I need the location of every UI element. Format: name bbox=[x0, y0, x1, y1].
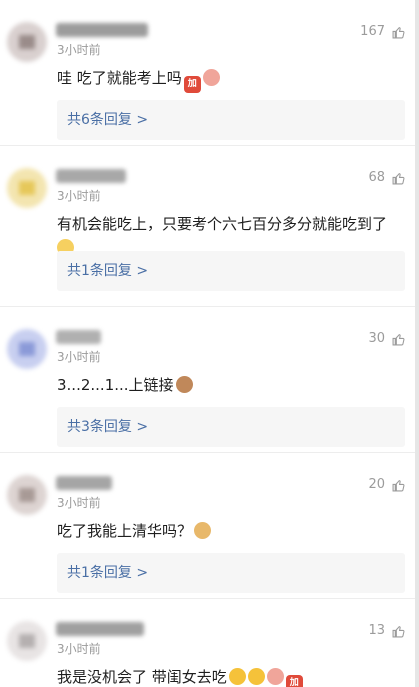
view-replies-button[interactable]: 共6条回复 > bbox=[57, 100, 405, 140]
thumbs-up-icon[interactable] bbox=[392, 26, 405, 39]
username-blurred[interactable] bbox=[56, 169, 126, 183]
comment-time: 3小时前 bbox=[57, 350, 101, 364]
comment-item: 3小时前 68 有机会能吃上，只要考个六七百分多分就能吃到了 共1条回复 > bbox=[0, 146, 419, 307]
comment-item: 3小时前 30 3...2...1...上链接 共3条回复 > bbox=[0, 307, 419, 453]
comment-text: 3...2...1...上链接 bbox=[57, 373, 405, 397]
comment-feed: 3小时前 167 哇 吃了就能考上吗加 共6条回复 > 3小时前 68 有机会能… bbox=[0, 0, 419, 687]
username-blurred[interactable] bbox=[56, 23, 148, 37]
like-count: 68 bbox=[368, 170, 385, 185]
comment-time: 3小时前 bbox=[57, 43, 101, 57]
username-blurred[interactable] bbox=[56, 622, 144, 636]
avatar[interactable] bbox=[7, 621, 47, 661]
comment-text-content: 有机会能吃上，只要考个六七百分多分就能吃到了 bbox=[57, 215, 388, 233]
bear-emoji-icon bbox=[175, 376, 193, 393]
comment-item: 3小时前 20 吃了我能上清华吗？ 共1条回复 > bbox=[0, 453, 419, 599]
comment-text: 吃了我能上清华吗？ bbox=[57, 519, 405, 543]
comment-text-content: 哇 吃了就能考上吗 bbox=[57, 69, 182, 87]
username-blurred[interactable] bbox=[56, 330, 101, 344]
view-replies-button[interactable]: 共1条回复 > bbox=[57, 553, 405, 593]
laughing-emoji-icon bbox=[228, 668, 246, 685]
avatar[interactable] bbox=[7, 22, 47, 62]
jia-you-emoji-icon: 加 bbox=[183, 76, 201, 93]
laughing-emoji-icon bbox=[247, 668, 265, 685]
comment-item: 3小时前 167 哇 吃了就能考上吗加 共6条回复 > bbox=[0, 0, 419, 146]
avatar[interactable] bbox=[7, 168, 47, 208]
like-count: 167 bbox=[360, 24, 385, 39]
like-count: 13 bbox=[368, 623, 385, 638]
comment-text-content: 3...2...1...上链接 bbox=[57, 376, 174, 394]
comment-text-content: 吃了我能上清华吗？ bbox=[57, 522, 193, 540]
scrollbar-track[interactable] bbox=[415, 0, 419, 687]
comment-text: 我是没机会了 带闺女去吃 加 bbox=[57, 665, 405, 687]
comment-item: 3小时前 13 我是没机会了 带闺女去吃 加 bbox=[0, 599, 419, 687]
thumbs-up-icon[interactable] bbox=[392, 479, 405, 492]
pig-emoji-icon bbox=[266, 668, 284, 685]
comment-time: 3小时前 bbox=[57, 189, 101, 203]
thumbs-up-icon[interactable] bbox=[392, 625, 405, 638]
comment-time: 3小时前 bbox=[57, 642, 101, 656]
avatar[interactable] bbox=[7, 475, 47, 515]
comment-time: 3小时前 bbox=[57, 496, 101, 510]
avatar[interactable] bbox=[7, 329, 47, 369]
pig-emoji-icon bbox=[202, 69, 220, 86]
view-replies-button[interactable]: 共3条回复 > bbox=[57, 407, 405, 447]
thumbs-up-icon[interactable] bbox=[392, 172, 405, 185]
dog-emoji-icon bbox=[194, 522, 212, 539]
comment-text-content: 我是没机会了 带闺女去吃 bbox=[57, 668, 227, 686]
jia-you-emoji-icon: 加 bbox=[285, 675, 303, 687]
thumbs-up-icon[interactable] bbox=[392, 333, 405, 346]
like-count: 30 bbox=[368, 331, 385, 346]
like-count: 20 bbox=[368, 477, 385, 492]
comment-text: 哇 吃了就能考上吗加 bbox=[57, 66, 405, 93]
username-blurred[interactable] bbox=[56, 476, 112, 490]
view-replies-button[interactable]: 共1条回复 > bbox=[57, 251, 405, 291]
